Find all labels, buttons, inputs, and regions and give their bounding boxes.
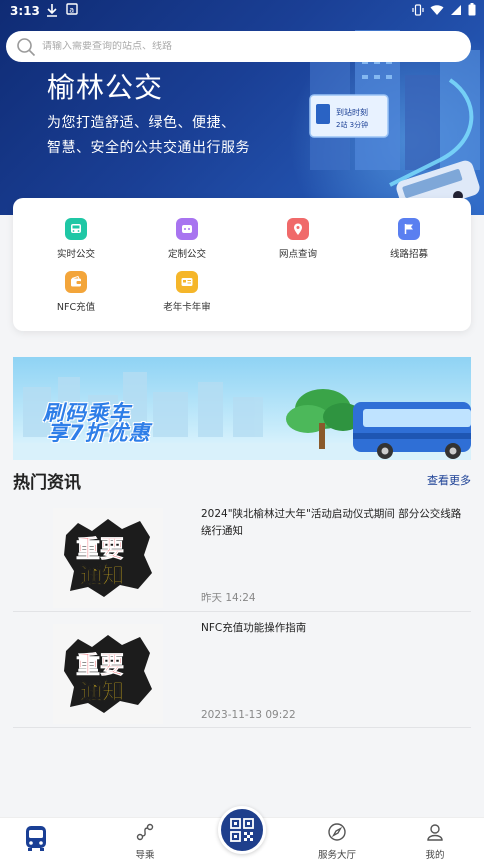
news-thumbnail: 重要 通知	[53, 508, 163, 608]
service-label: 老年卡年审	[163, 302, 211, 313]
thumb-text-bottom: 通知	[80, 679, 124, 705]
svg-text:到站时刻: 到站时刻	[336, 107, 368, 117]
news-item-date: 昨天 14:24	[201, 592, 256, 604]
news-thumbnail: 重要 通知	[53, 624, 163, 724]
news-item-date: 2023-11-13 09:22	[201, 709, 296, 721]
nav-service-hall-label: 服务大厅	[317, 850, 356, 861]
user-icon	[427, 824, 443, 841]
hero-banner: 到站时刻 2站 3分钟 3:13 a 榆林公交 为您打造舒	[0, 0, 484, 215]
battery-icon	[468, 3, 476, 16]
svg-text:2站 3分钟: 2站 3分钟	[336, 120, 368, 129]
scan-qr-button[interactable]	[218, 806, 266, 854]
service-label: 定制公交	[167, 249, 206, 260]
news-more-link[interactable]: 查看更多	[427, 472, 471, 488]
location-icon	[287, 218, 309, 240]
download-icon	[47, 4, 57, 17]
news-item[interactable]: 重要 通知 NFC充值功能操作指南 2023-11-13 09:22	[13, 616, 471, 728]
status-time: 3:13	[10, 4, 40, 18]
thumb-text-top: 重要	[76, 535, 124, 563]
news-section-header: 热门资讯 查看更多	[13, 468, 471, 493]
search-input[interactable]	[42, 41, 442, 52]
nav-mine[interactable]: 我的	[405, 822, 465, 861]
qr-code-icon	[230, 818, 254, 842]
vibrate-icon	[412, 3, 424, 16]
service-outlet-search[interactable]: 网点查询	[243, 218, 353, 260]
service-label: 线路招募	[389, 249, 428, 260]
service-label: 网点查询	[278, 249, 317, 260]
svg-text:a: a	[69, 6, 74, 15]
banner-subheadline: 享7折优惠	[47, 421, 151, 445]
news-item-title: 2024"陕北榆林过大年"活动启动仪式期间 部分公交线路绕行通知	[201, 508, 462, 537]
service-nfc-recharge[interactable]: NFC充值	[21, 271, 131, 313]
service-realtime-bus[interactable]: 实时公交	[21, 218, 131, 260]
service-senior-card-review[interactable]: 老年卡年审	[132, 271, 242, 313]
nav-mine-label: 我的	[425, 850, 445, 861]
hero-subtitle-line2: 智慧、安全的公共交通出行服务	[47, 140, 250, 156]
hero-subtitle-line1: 为您打造舒适、绿色、便捷、	[47, 115, 236, 131]
custom-bus-icon	[176, 218, 198, 240]
compass-icon	[328, 823, 346, 841]
flag-icon	[398, 218, 420, 240]
search-bar[interactable]	[6, 31, 471, 62]
search-icon	[17, 37, 36, 56]
hero-title: 榆林公交	[47, 71, 164, 104]
nav-guide[interactable]: 导乘	[115, 822, 175, 861]
route-icon	[136, 823, 154, 841]
service-label: 实时公交	[56, 249, 95, 260]
news-section-title: 热门资讯	[13, 473, 81, 493]
service-label: NFC充值	[56, 302, 96, 313]
service-custom-bus[interactable]: 定制公交	[132, 218, 242, 260]
card-icon	[176, 271, 198, 293]
news-item[interactable]: 重要 通知 2024"陕北榆林过大年"活动启动仪式期间 部分公交线路绕行通知 昨…	[13, 500, 471, 612]
service-grid: 实时公交 定制公交 网点查询 线路招募 NFC充值 老年卡年审	[13, 198, 471, 331]
promo-banner[interactable]: 刷码乘车 享7折优惠	[13, 357, 471, 460]
app-page: 到站时刻 2站 3分钟 3:13 a 榆林公交 为您打造舒	[0, 0, 484, 862]
news-item-title: NFC充值功能操作指南	[201, 622, 307, 634]
signal-icon	[451, 4, 461, 15]
thumb-text-bottom: 通知	[80, 563, 124, 589]
bus-icon	[65, 218, 87, 240]
thumb-text-top: 重要	[76, 651, 124, 679]
service-route-recruit[interactable]: 线路招募	[354, 218, 464, 260]
app-notification-icon: a	[66, 3, 78, 15]
wallet-icon	[65, 271, 87, 293]
nav-home[interactable]	[6, 824, 66, 857]
bus-home-icon	[26, 826, 46, 851]
status-bar: 3:13 a	[0, 0, 484, 22]
nav-guide-label: 导乘	[135, 850, 155, 861]
wifi-icon	[430, 4, 444, 15]
nav-service-hall[interactable]: 服务大厅	[307, 822, 367, 861]
